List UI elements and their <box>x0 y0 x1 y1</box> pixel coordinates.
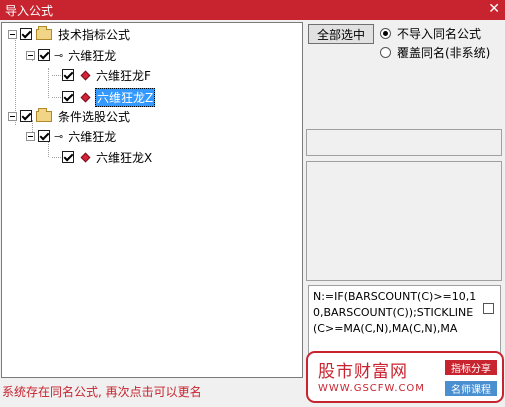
collapse-icon[interactable] <box>26 50 35 60</box>
tree-node-label: 六维狂龙X <box>96 150 153 165</box>
tree-node-liuwei-kuanglong-2[interactable]: ⊸ 六维狂龙 <box>26 128 117 144</box>
tree-node-label: 六维狂龙 <box>68 129 117 144</box>
gem-icon <box>80 152 91 162</box>
watermark-logo: 股市财富网 WWW.GSCFW.COM 指标分享 名师课程 <box>306 351 504 403</box>
tree-node-label: 六维狂龙 <box>68 48 117 63</box>
description-area <box>306 161 502 281</box>
gem-icon <box>80 70 91 80</box>
tree-leaf-x[interactable]: 六维狂龙X <box>62 149 153 165</box>
status-message: 系统存在同名公式, 再次点击可以更名 <box>2 385 202 399</box>
collapse-icon[interactable] <box>8 111 17 121</box>
tree-node-screen-formulas[interactable]: 条件选股公式 <box>8 107 131 124</box>
window-title: 导入公式 <box>5 4 54 18</box>
watermark-tag-courses: 名师课程 <box>445 381 497 396</box>
checkbox[interactable] <box>62 151 74 163</box>
radio-no-import[interactable]: 不导入同名公式 <box>380 25 481 42</box>
title-bar: 导入公式 ✕ <box>0 0 505 20</box>
tree-leaf-z[interactable]: 六维狂龙Z <box>62 87 156 107</box>
info-box <box>306 129 502 156</box>
key-icon: ⊸ <box>54 129 64 143</box>
radio-label: 不导入同名公式 <box>397 27 482 41</box>
gem-icon <box>80 92 91 102</box>
close-icon[interactable]: ✕ <box>488 1 500 17</box>
watermark-brand: 股市财富网 <box>318 362 408 382</box>
select-all-button[interactable]: 全部选中 <box>308 24 374 44</box>
tree-node-label-selected: 六维狂龙Z <box>95 87 156 107</box>
tree-node-label: 技术指标公式 <box>58 27 131 42</box>
formula-code-text: N:=IF(BARSCOUNT(C)>=10,10,BARSCOUNT(C));… <box>313 290 477 335</box>
tree-line <box>48 68 49 98</box>
tree-node-label: 条件选股公式 <box>58 109 131 124</box>
checkbox[interactable] <box>38 130 50 142</box>
folder-icon <box>36 25 52 40</box>
radio-overwrite[interactable]: 覆盖同名(非系统) <box>380 44 490 61</box>
collapse-icon[interactable] <box>8 29 17 39</box>
tree-node-label: 六维狂龙F <box>96 68 151 83</box>
watermark-tag-share: 指标分享 <box>445 360 497 375</box>
tree-leaf-f[interactable]: 六维狂龙F <box>62 67 152 83</box>
checkbox[interactable] <box>38 49 50 61</box>
watermark-url: WWW.GSCFW.COM <box>318 383 425 394</box>
checkbox[interactable] <box>62 69 74 81</box>
tree-node-liuwei-kuanglong[interactable]: ⊸ 六维狂龙 <box>26 47 117 63</box>
radio-button[interactable] <box>380 47 391 58</box>
radio-label: 覆盖同名(非系统) <box>397 46 491 60</box>
key-icon: ⊸ <box>54 48 64 62</box>
folder-icon <box>36 107 52 122</box>
radio-button[interactable] <box>380 28 391 39</box>
tree-node-tech-formulas[interactable]: 技术指标公式 <box>8 25 131 42</box>
formula-tree[interactable]: 技术指标公式 ⊸ 六维狂龙 六维狂龙F 六维狂龙Z 条件选股公式 ⊸ 六维狂龙 … <box>1 22 303 378</box>
checkbox[interactable] <box>62 91 74 103</box>
checkbox[interactable] <box>20 28 32 40</box>
checkbox[interactable] <box>20 110 32 122</box>
option-checkbox[interactable] <box>483 303 494 314</box>
collapse-icon[interactable] <box>26 131 35 141</box>
